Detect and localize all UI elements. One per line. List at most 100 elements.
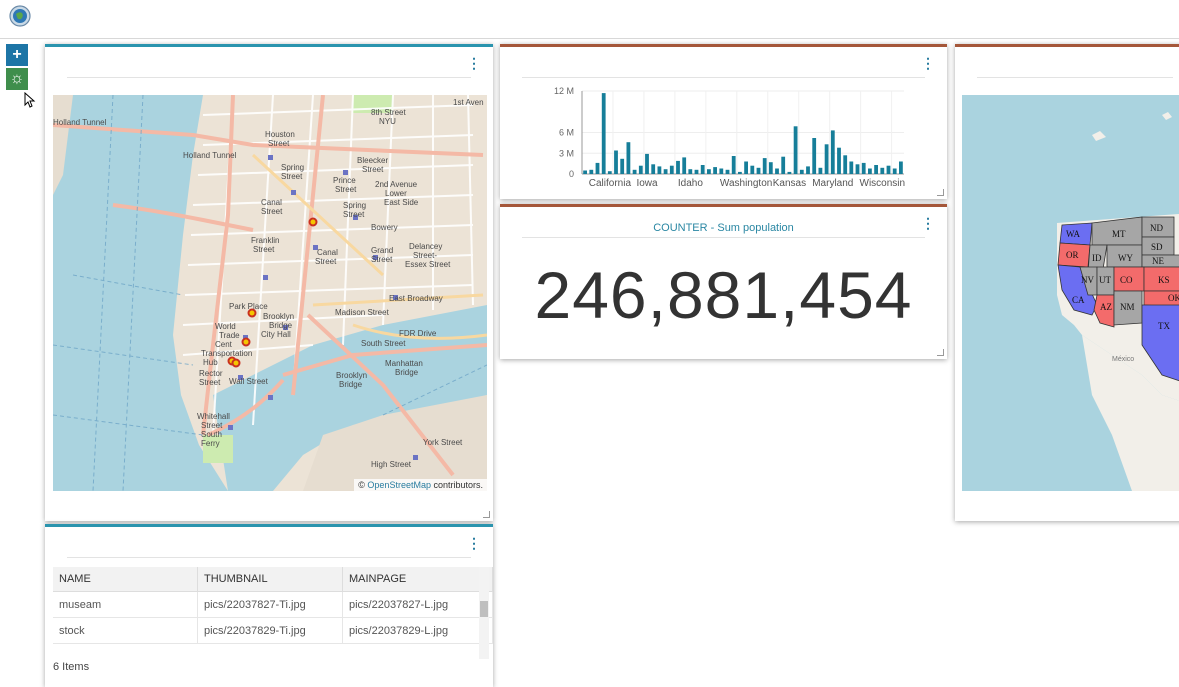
- chart-bar[interactable]: [657, 166, 662, 174]
- resize-handle[interactable]: [937, 349, 944, 356]
- chart-bar[interactable]: [738, 171, 742, 174]
- map-attribution: © OpenStreetMap contributors.: [354, 479, 487, 491]
- chart-bar[interactable]: [707, 169, 711, 174]
- chart-bar[interactable]: [806, 166, 810, 174]
- svg-text:Street: Street: [343, 210, 365, 219]
- svg-text:Spring: Spring: [281, 163, 304, 172]
- chart-bar[interactable]: [775, 168, 779, 175]
- svg-text:Franklin: Franklin: [251, 236, 279, 245]
- chart-bar[interactable]: [861, 162, 866, 174]
- chart-bar[interactable]: [855, 164, 860, 174]
- chart-bar[interactable]: [607, 171, 612, 174]
- chart-bar[interactable]: [781, 156, 786, 174]
- widget-menu-icon[interactable]: ⋮: [467, 536, 481, 550]
- widget-menu-icon[interactable]: ⋮: [467, 56, 481, 70]
- chart-bar[interactable]: [830, 130, 835, 174]
- chart-bar[interactable]: [837, 147, 841, 174]
- svg-text:Street: Street: [362, 165, 384, 174]
- chart-bar[interactable]: [768, 162, 773, 174]
- table-footer-count: 6 Items: [53, 661, 90, 673]
- chart-bar[interactable]: [700, 165, 705, 174]
- state-label-sd: SD: [1151, 242, 1163, 252]
- svg-text:World: World: [215, 322, 236, 331]
- svg-text:Bridge: Bridge: [339, 380, 363, 389]
- svg-text:Rector: Rector: [199, 369, 223, 378]
- chart-bar[interactable]: [886, 165, 891, 174]
- chart-bar[interactable]: [676, 160, 680, 174]
- table-scrollbar[interactable]: [479, 567, 489, 659]
- svg-text:High Street: High Street: [371, 460, 412, 469]
- country-label-mexico: México: [1112, 356, 1134, 363]
- street-map[interactable]: Holland Tunnel Holland Tunnel Houston Str…: [53, 95, 487, 491]
- chart-bar[interactable]: [899, 161, 903, 175]
- svg-text:8th Street: 8th Street: [371, 108, 406, 117]
- chart-bar[interactable]: [651, 164, 656, 174]
- population-bar-chart[interactable]: 0 3 M 6 M 12 M California Iowa Idaho Washington…: [500, 47, 947, 197]
- chart-bar[interactable]: [874, 165, 878, 174]
- chart-bar[interactable]: [682, 157, 687, 174]
- chart-bar[interactable]: [762, 158, 767, 174]
- chart-bar[interactable]: [719, 168, 724, 175]
- widget-menu-icon[interactable]: ⋮: [921, 216, 935, 230]
- chart-bar[interactable]: [892, 168, 897, 175]
- column-header-thumbnail[interactable]: THUMBNAIL: [197, 567, 343, 592]
- chart-bar[interactable]: [750, 165, 755, 174]
- chart-bar[interactable]: [589, 169, 594, 174]
- chart-bar[interactable]: [694, 169, 699, 174]
- chart-bar[interactable]: [756, 167, 761, 174]
- svg-text:Street: Street: [371, 255, 393, 264]
- chart-bar[interactable]: [614, 150, 618, 175]
- svg-text:Holland Tunnel: Holland Tunnel: [53, 118, 107, 127]
- chart-bar[interactable]: [880, 167, 885, 174]
- svg-text:Hub: Hub: [203, 358, 218, 367]
- chart-bar[interactable]: [849, 161, 854, 175]
- y-tick-label: 3 M: [559, 148, 574, 158]
- osm-link[interactable]: OpenStreetMap: [367, 480, 431, 490]
- svg-text:Whitehall: Whitehall: [197, 412, 230, 421]
- svg-text:Madison Street: Madison Street: [335, 308, 390, 317]
- cell-mainpage: pics/22037829-L.jpg: [342, 617, 493, 644]
- svg-text:East Side: East Side: [384, 198, 419, 207]
- chart-bar[interactable]: [601, 93, 606, 174]
- x-tick-label: Kansas: [773, 178, 806, 189]
- chart-bar[interactable]: [868, 168, 872, 175]
- column-header-name[interactable]: NAME: [53, 567, 198, 592]
- chart-bar[interactable]: [688, 169, 693, 174]
- chart-bar[interactable]: [793, 126, 798, 174]
- chart-bar[interactable]: [595, 162, 600, 174]
- svg-text:Lower: Lower: [385, 189, 407, 198]
- scrollbar-thumb[interactable]: [480, 601, 488, 617]
- svg-text:Grand: Grand: [371, 246, 393, 255]
- chart-bar[interactable]: [818, 167, 823, 174]
- chart-bar[interactable]: [799, 169, 804, 174]
- chart-bar[interactable]: [669, 165, 674, 174]
- chart-bar[interactable]: [787, 171, 792, 174]
- theme-sun-button[interactable]: ☼: [6, 68, 28, 90]
- chart-bar[interactable]: [638, 165, 643, 174]
- chart-bar[interactable]: [632, 169, 637, 174]
- chart-bar[interactable]: [812, 138, 817, 174]
- chart-bar[interactable]: [824, 144, 829, 174]
- chart-bar[interactable]: [645, 153, 649, 174]
- states-map[interactable]: WA MT ND OR ID WY SD NE NV UT CO KS CA AZ NM OK TX Méxic…: [962, 95, 1179, 491]
- resize-handle[interactable]: [483, 511, 490, 518]
- chart-bar[interactable]: [620, 158, 625, 174]
- chart-bar[interactable]: [744, 161, 748, 175]
- widget-header: [67, 47, 471, 78]
- table-widget: ⋮ NAME THUMBNAIL MAINPAGE museam pics/22…: [45, 524, 493, 687]
- chart-bar[interactable]: [626, 142, 631, 174]
- column-header-mainpage[interactable]: MAINPAGE: [342, 567, 493, 592]
- table-row[interactable]: museam pics/22037827-Ti.jpg pics/2203782…: [53, 591, 493, 618]
- chart-bar[interactable]: [713, 167, 717, 174]
- chart-bar[interactable]: [731, 156, 736, 174]
- table-row[interactable]: stock pics/22037829-Ti.jpg pics/22037829…: [53, 617, 493, 644]
- chart-bar[interactable]: [725, 169, 730, 174]
- svg-text:Street: Street: [315, 257, 337, 266]
- add-widget-button[interactable]: +: [6, 44, 28, 66]
- state-label-nv: NV: [1081, 275, 1094, 285]
- chart-bar[interactable]: [663, 169, 668, 174]
- chart-bar[interactable]: [583, 170, 587, 175]
- chart-bar[interactable]: [843, 155, 848, 174]
- globe-logo-icon[interactable]: [9, 5, 31, 27]
- resize-handle[interactable]: [937, 189, 944, 196]
